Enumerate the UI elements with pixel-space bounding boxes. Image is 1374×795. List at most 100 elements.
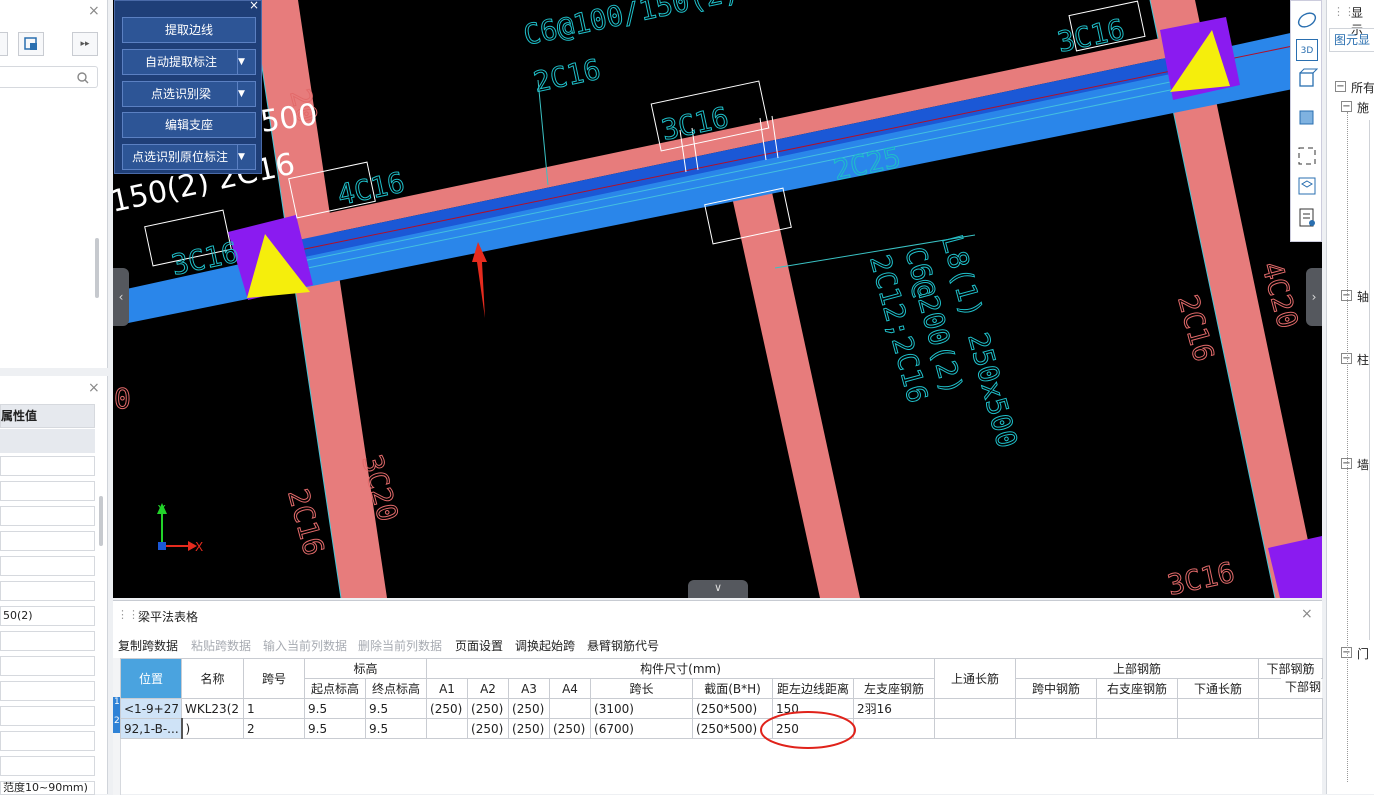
page-setup-button[interactable]: 页面设置	[455, 637, 503, 654]
cell-start-elev[interactable]: 9.5	[304, 718, 366, 739]
layer-icon[interactable]	[18, 32, 44, 56]
box-icon[interactable]	[1296, 67, 1319, 89]
cell-a2[interactable]: (250)	[467, 718, 510, 739]
property-field[interactable]	[0, 456, 95, 476]
col-bottom-partial[interactable]: 下部钢	[1281, 678, 1321, 695]
tree-item[interactable]: 墙	[1357, 456, 1369, 473]
property-field[interactable]	[0, 731, 95, 751]
cell-bottom-through[interactable]	[1177, 718, 1260, 739]
col-span[interactable]: 跨号	[243, 658, 305, 699]
close-icon[interactable]: ×	[249, 0, 259, 12]
col-name[interactable]: 名称	[181, 658, 244, 699]
cell-top-through[interactable]: 2⽻16	[853, 698, 936, 719]
cell-span[interactable]: 2	[243, 718, 305, 739]
property-field[interactable]: 50(2)	[0, 606, 95, 626]
col-a4[interactable]: A4	[549, 678, 592, 699]
chevron-down-icon[interactable]: ▼	[237, 145, 255, 169]
col-end-elev[interactable]: 终点标高	[364, 678, 428, 699]
cell-name[interactable]: )	[181, 718, 244, 739]
tree-item[interactable]: 施	[1357, 99, 1369, 116]
solid-icon[interactable]	[1296, 105, 1318, 127]
cell-position[interactable]: <1-9+27	[120, 698, 182, 719]
cantilever-rebar-code-button[interactable]: 悬臂钢筋代号	[587, 637, 659, 654]
col-bottom-rebar[interactable]: 下部钢筋	[1258, 658, 1324, 679]
property-field[interactable]	[0, 581, 95, 601]
col-a1[interactable]: A1	[426, 678, 469, 699]
col-bottom-through[interactable]: 下通长筋	[1177, 678, 1260, 699]
cell-span-length[interactable]: (6700)	[590, 718, 694, 739]
auto-extract-label-button[interactable]: 自动提取标注 ▼	[122, 49, 256, 75]
property-field[interactable]: 范度10~90mm)	[0, 781, 95, 795]
input-column-data-button[interactable]: 输入当前列数据	[263, 637, 347, 654]
collapse-right-handle[interactable]: ›	[1306, 268, 1322, 326]
tree-item[interactable]: 门	[1357, 645, 1369, 662]
property-field[interactable]	[0, 756, 95, 776]
cell-top-through[interactable]	[853, 718, 936, 739]
cell-mid-span[interactable]	[1015, 698, 1098, 719]
cell-left-support[interactable]	[934, 698, 1017, 719]
col-position[interactable]: 位置	[120, 658, 182, 699]
delete-column-data-button[interactable]: 删除当前列数据	[358, 637, 442, 654]
cell-right-support[interactable]	[1096, 698, 1179, 719]
collapse-bottom-handle[interactable]: ∨	[688, 580, 748, 598]
col-elevation[interactable]: 标高	[303, 658, 428, 679]
cell-a4[interactable]	[549, 698, 592, 719]
cell-a1[interactable]	[426, 718, 469, 739]
cad-canvas[interactable]: C6@100/150(2) 2C16 3C16 3C16 2C25 4C16 3…	[113, 0, 1322, 598]
cell-end-elev[interactable]: 9.5	[364, 718, 428, 739]
cell-name[interactable]: WKL23(2	[181, 698, 244, 719]
swap-start-span-button[interactable]: 调换起始跨	[515, 637, 575, 654]
table-row[interactable]: 92,1-B-... ) 2 9.5 9.5 (250) (250) (250)…	[120, 718, 1324, 739]
property-field[interactable]	[0, 656, 95, 676]
cell-a4[interactable]: (250)	[549, 718, 592, 739]
expand-icon[interactable]: ▸▸	[72, 32, 98, 56]
col-top-rebar[interactable]: 上部钢筋	[1015, 658, 1260, 679]
chevron-down-icon[interactable]: ▼	[237, 82, 255, 106]
cell-end-elev[interactable]: 9.5	[364, 698, 428, 719]
property-field[interactable]	[0, 631, 95, 651]
collapse-left-handle[interactable]: ‹	[113, 268, 129, 326]
close-icon[interactable]: ×	[1301, 606, 1313, 622]
pick-identify-inplace-label-button[interactable]: 点选识别原位标注 ▼	[122, 144, 256, 170]
property-field[interactable]	[0, 506, 95, 526]
cell-mid-span[interactable]	[1015, 718, 1098, 739]
cell-a3[interactable]: (250)	[508, 698, 551, 719]
chevron-down-icon[interactable]: ▼	[237, 50, 255, 74]
close-icon[interactable]: ×	[88, 380, 100, 396]
drawing-view[interactable]: C6@100/150(2) 2C16 3C16 3C16 2C25 4C16 3…	[113, 0, 1322, 598]
paste-span-data-button[interactable]: 粘贴跨数据	[191, 637, 251, 654]
table-row[interactable]: <1-9+27 WKL23(2 1 9.5 9.5 (250) (250) (2…	[120, 698, 1324, 719]
property-field[interactable]	[0, 706, 95, 726]
col-top-through[interactable]: 上通长筋	[934, 658, 1017, 699]
col-right-support[interactable]: 右支座钢筋	[1096, 678, 1179, 699]
copy-span-data-button[interactable]: 复制跨数据	[118, 637, 178, 654]
col-section[interactable]: 截面(B*H)	[692, 678, 774, 699]
cell-a3[interactable]: (250)	[508, 718, 551, 739]
report-icon[interactable]	[1296, 207, 1318, 229]
col-a2[interactable]: A2	[467, 678, 510, 699]
edit-support-button[interactable]: 编辑支座	[122, 112, 256, 138]
tree-item[interactable]: 轴	[1357, 288, 1369, 305]
tree-toggle[interactable]: −	[1335, 81, 1346, 92]
cell-span[interactable]: 1	[243, 698, 305, 719]
cell-bottom-through[interactable]	[1177, 698, 1260, 719]
col-a3[interactable]: A3	[508, 678, 551, 699]
cell-bottom-partial[interactable]	[1258, 698, 1324, 719]
3d-icon[interactable]: 3D	[1296, 39, 1318, 61]
select-box-icon[interactable]	[1296, 175, 1318, 197]
cell-start-elev[interactable]: 9.5	[304, 698, 366, 719]
property-field[interactable]	[0, 556, 95, 576]
drag-handle-icon[interactable]: ⋮⋮	[117, 608, 139, 621]
tree-item[interactable]: 柱	[1357, 351, 1369, 368]
orbit-icon[interactable]	[1296, 9, 1318, 31]
cell-a1[interactable]: (250)	[426, 698, 469, 719]
cell-right-support[interactable]	[1096, 718, 1179, 739]
scrollbar[interactable]	[99, 496, 103, 546]
cell-a2[interactable]: (250)	[467, 698, 510, 719]
col-span-length[interactable]: 跨长	[590, 678, 694, 699]
select-frame-icon[interactable]	[1296, 145, 1318, 167]
search-input[interactable]	[0, 66, 98, 88]
scrollbar[interactable]	[95, 238, 99, 298]
property-field[interactable]	[0, 681, 95, 701]
tree-item[interactable]: 所有	[1351, 79, 1374, 96]
